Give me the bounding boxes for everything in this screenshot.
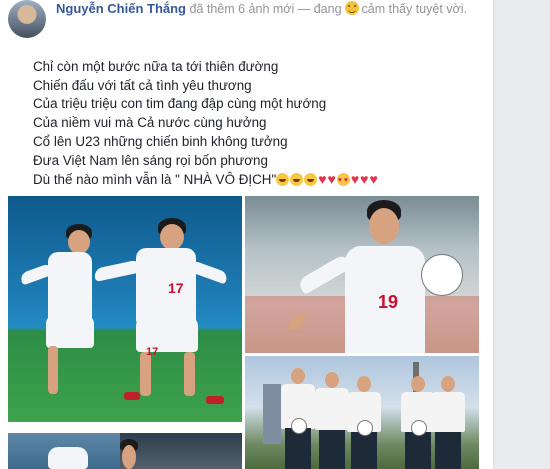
post-line: Dù thế nào mình vẫn là " NHÀ VÔ ĐỊCH" — [33, 172, 277, 188]
smiley-icon — [344, 1, 359, 15]
facebook-post: Nguyễn Chiến Thắng đã thêm 6 ảnh mới — đ… — [0, 0, 494, 469]
post-header-text: Nguyễn Chiến Thắng đã thêm 6 ảnh mới — đ… — [56, 1, 484, 17]
photo-team-in-suits[interactable] — [245, 356, 479, 469]
heart-eyes-emoji-icon — [336, 172, 350, 191]
laughing-emoji-icon — [276, 173, 290, 187]
post-line: Của triệu triệu con tim đang đập cùng mộ… — [33, 96, 327, 112]
post-body: Chỉ còn một bước nữa ta tới thiên đường … — [33, 58, 473, 191]
photo-thumbnail[interactable] — [120, 433, 242, 469]
post-action-text: đã thêm 6 ảnh mới — [189, 2, 295, 16]
heart-icon: ♥ — [318, 171, 327, 188]
laughing-emoji-icon — [290, 173, 304, 187]
post-header: Nguyễn Chiến Thắng đã thêm 6 ảnh mới — đ… — [8, 0, 488, 40]
photo-thumbnail[interactable] — [8, 433, 120, 469]
separator: — — [297, 2, 311, 16]
photo-player-with-ball[interactable]: 19 — [245, 196, 479, 353]
post-line: Đưa Việt Nam lên sáng rọi bốn phương — [33, 152, 268, 168]
author-name-link[interactable]: Nguyễn Chiến Thắng — [56, 1, 186, 16]
heart-icon: ♥ — [360, 171, 369, 188]
post-line: Chiến đấu với tất cả tình yêu thương — [33, 77, 252, 93]
author-avatar[interactable] — [8, 0, 46, 38]
feeling-prefix: đang — [313, 2, 342, 16]
heart-icon: ♥ — [350, 171, 360, 188]
laughing-emoji-icon — [304, 173, 318, 187]
post-line: Cổ lên U23 những chiến binh không tưởng — [33, 133, 288, 149]
photo-players-celebrating[interactable]: 17 17 — [8, 196, 242, 422]
jersey-number: 19 — [378, 292, 399, 312]
post-line: Chỉ còn một bước nữa ta tới thiên đường — [33, 59, 279, 74]
post-line-last: Dù thế nào mình vẫn là " NHÀ VÔ ĐỊCH" ♥♥♥… — [33, 170, 473, 191]
post-line: Của niềm vui mà Cả nước cùng hưởng — [33, 115, 267, 131]
heart-icon: ♥ — [369, 171, 378, 188]
jersey-number: 17 — [146, 346, 159, 358]
feeling-text: cảm thấy tuyệt vời. — [361, 2, 468, 16]
jersey-number: 17 — [168, 280, 184, 296]
heart-icon: ♥ — [327, 171, 336, 188]
